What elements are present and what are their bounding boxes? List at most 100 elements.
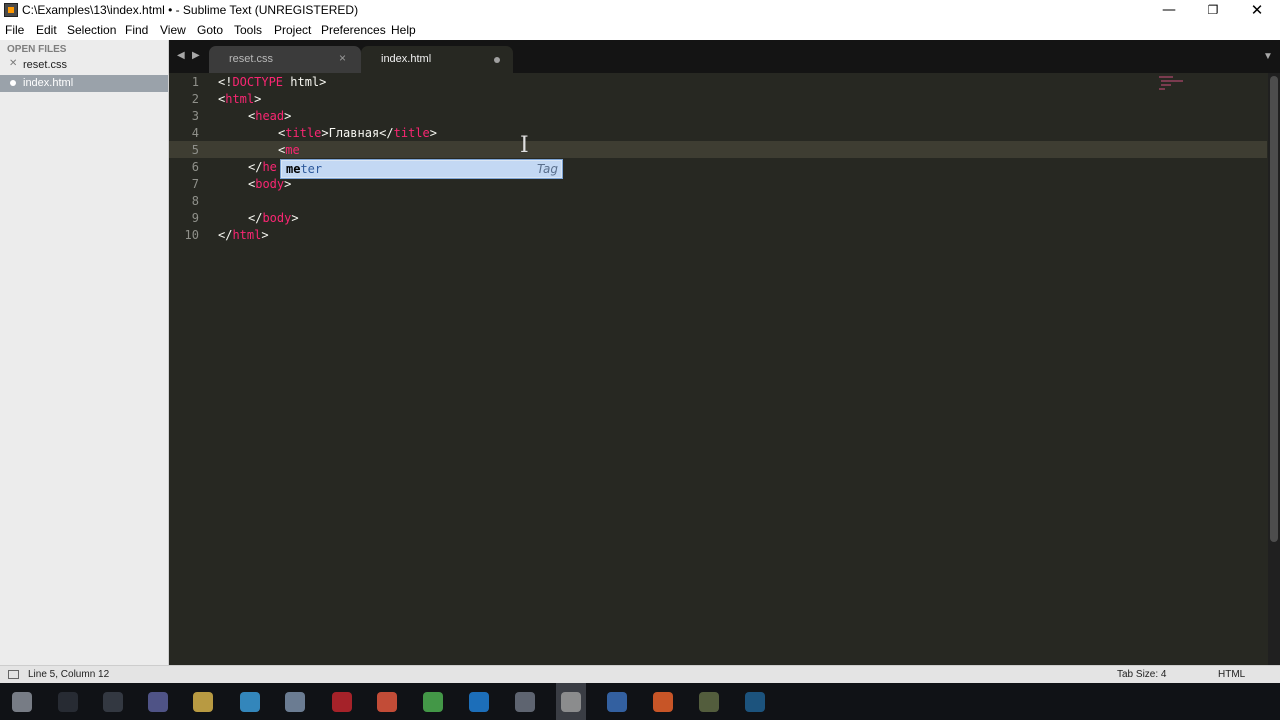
menu-find[interactable]: Find <box>125 23 148 37</box>
maximize-button[interactable]: ❐ <box>1190 0 1236 21</box>
minimize-button[interactable]: — <box>1146 0 1192 21</box>
title-bar: C:\Examples\13\index.html • - Sublime Te… <box>0 0 1280 21</box>
code-token: title <box>393 126 430 140</box>
menu-preferences[interactable]: Preferences <box>321 23 386 37</box>
line-number: 2 <box>191 92 199 106</box>
sidebar-file-label: index.html <box>23 77 74 89</box>
tab-label: reset.css <box>229 53 274 65</box>
code-token: > <box>284 177 292 191</box>
status-bar: Line 5, Column 12 Tab Size: 4 HTML <box>0 665 1280 683</box>
current-line-highlight <box>169 141 1267 158</box>
code-token: body <box>262 211 292 225</box>
text-cursor-icon: I <box>520 133 529 158</box>
app-icon[interactable] <box>607 692 627 712</box>
syntax-indicator[interactable]: HTML <box>1218 669 1245 680</box>
menu-tools[interactable]: Tools <box>234 23 262 37</box>
line-number: 8 <box>191 194 199 208</box>
code-token: > <box>284 109 292 123</box>
menu-bar: File Edit Selection Find View Goto Tools… <box>0 21 1280 40</box>
tab-scroll-right-icon[interactable]: ▶ <box>192 50 200 61</box>
line-number: 6 <box>191 160 199 174</box>
start-icon[interactable] <box>12 692 32 712</box>
close-button[interactable]: ✕ <box>1234 0 1280 21</box>
code-line-3: <head> <box>248 109 291 123</box>
code-token: he <box>262 160 277 174</box>
tab-size-indicator[interactable]: Tab Size: 4 <box>1117 669 1166 680</box>
tab-bar: ◀ ▶ reset.css × index.html ▼ <box>169 40 1280 73</box>
code-line-5: <me <box>278 143 300 157</box>
code-line-2: <html> <box>218 92 261 106</box>
sublime-icon[interactable] <box>561 692 581 712</box>
autocomplete-popup[interactable]: meter Tag <box>280 159 563 179</box>
menu-help[interactable]: Help <box>391 23 416 37</box>
sidebar-file-label: reset.css <box>23 59 68 71</box>
code-token: </ <box>379 126 394 140</box>
opera-icon[interactable] <box>332 692 352 712</box>
unsaved-dot-icon[interactable] <box>494 57 500 63</box>
sidebar-file-index-html[interactable]: index.html <box>0 75 168 92</box>
close-tab-icon[interactable]: × <box>339 51 346 65</box>
menu-goto[interactable]: Goto <box>197 23 223 37</box>
modified-dot-icon <box>10 80 16 86</box>
code-token: me <box>285 143 300 157</box>
code-line-1: <!DOCTYPE html> <box>218 75 326 89</box>
vertical-scrollbar[interactable] <box>1268 73 1280 665</box>
minimap[interactable] <box>1159 75 1185 93</box>
open-files-header: OPEN FILES <box>7 44 67 55</box>
panel-toggle-icon[interactable] <box>8 670 19 679</box>
app-icon[interactable] <box>699 692 719 712</box>
firefox-icon[interactable] <box>653 692 673 712</box>
tab-index-html[interactable]: index.html <box>361 46 513 73</box>
menu-file[interactable]: File <box>5 23 24 37</box>
code-token: Главная <box>328 126 380 140</box>
tab-scroll-left-icon[interactable]: ◀ <box>177 50 185 61</box>
cursor-position: Line 5, Column 12 <box>28 669 110 680</box>
code-token: html <box>225 92 255 106</box>
menu-selection[interactable]: Selection <box>67 23 116 37</box>
line-number: 5 <box>191 143 199 157</box>
code-line-7: <body> <box>248 177 291 191</box>
code-token: body <box>255 177 285 191</box>
chrome-icon[interactable] <box>423 692 443 712</box>
line-number: 9 <box>191 211 199 225</box>
search-icon[interactable] <box>58 692 78 712</box>
browser-icon[interactable] <box>240 692 260 712</box>
menu-view[interactable]: View <box>160 23 186 37</box>
code-token: <! <box>218 75 233 89</box>
tab-reset-css[interactable]: reset.css × <box>209 46 361 73</box>
media-icon[interactable] <box>515 692 535 712</box>
code-token: html> <box>283 75 327 89</box>
line-number: 7 <box>191 177 199 191</box>
store-icon[interactable] <box>377 692 397 712</box>
scrollbar-thumb[interactable] <box>1270 76 1278 542</box>
tab-list-dropdown-icon[interactable]: ▼ <box>1263 51 1273 62</box>
autocomplete-kind: Tag <box>536 162 558 176</box>
app-icon[interactable] <box>148 692 168 712</box>
photoshop-icon[interactable] <box>745 692 765 712</box>
code-line-10: </html> <box>218 228 269 242</box>
code-token: DOCTYPE <box>232 75 284 89</box>
task-view-icon[interactable] <box>103 692 123 712</box>
settings-icon[interactable] <box>285 692 305 712</box>
menu-edit[interactable]: Edit <box>36 23 57 37</box>
folder-icon[interactable] <box>193 692 213 712</box>
tab-label: index.html <box>381 53 432 65</box>
close-icon[interactable]: ✕ <box>9 58 17 69</box>
line-number: 1 <box>191 75 199 89</box>
code-token: > <box>291 211 299 225</box>
code-token: > <box>321 126 329 140</box>
code-line-6: </he <box>248 160 277 174</box>
code-token: </ <box>218 228 233 242</box>
sidebar: OPEN FILES ✕ reset.css index.html <box>0 40 169 665</box>
code-token: </ <box>248 211 263 225</box>
autocomplete-item[interactable]: meter <box>286 162 322 176</box>
menu-project[interactable]: Project <box>274 23 311 37</box>
line-number: 4 <box>191 126 199 140</box>
ie-icon[interactable] <box>469 692 489 712</box>
code-token: > <box>261 228 269 242</box>
window-title: C:\Examples\13\index.html • - Sublime Te… <box>22 3 359 17</box>
line-number: 10 <box>184 228 199 242</box>
autocomplete-match: me <box>286 162 301 176</box>
autocomplete-selection <box>282 161 561 177</box>
sidebar-file-reset-css[interactable]: ✕ reset.css <box>0 57 168 74</box>
